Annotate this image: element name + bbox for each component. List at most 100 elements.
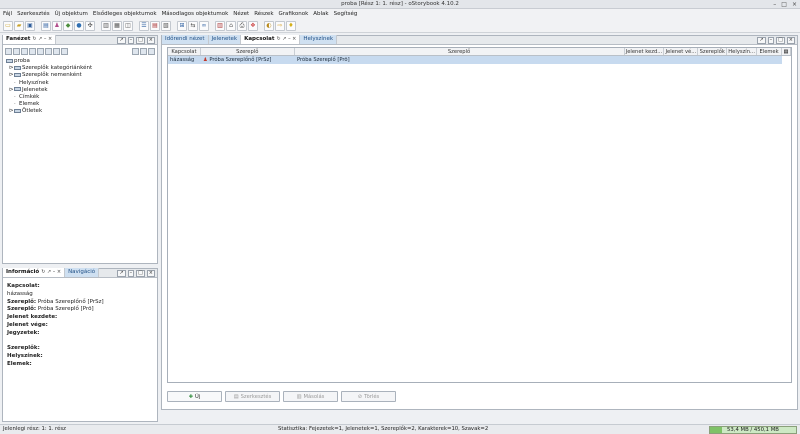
tab-relationship-controls-icon[interactable]: ↻ ↗ – × (277, 35, 297, 44)
tree-location-icon[interactable] (37, 48, 44, 55)
column-chooser-icon[interactable]: ▦ (782, 48, 791, 55)
tree-collapse-icon[interactable] (140, 48, 147, 55)
column-header[interactable]: Jelenet kezd... (625, 48, 665, 55)
panel-detach-icon[interactable]: ↗ (117, 270, 126, 277)
column-header[interactable]: Kapcsolat (168, 48, 201, 55)
menu-file[interactable]: Fájl (3, 11, 12, 17)
arrow-icon[interactable]: ⇆ (188, 20, 198, 31)
menu-bar: Fájl Szerkesztés Új objektum Elsődleges … (0, 9, 800, 19)
column-header[interactable]: Elemek (757, 48, 783, 55)
tab-navigation-label: Navigáció (68, 269, 96, 275)
nav-icon[interactable]: ⌂ (226, 20, 236, 31)
tree-item[interactable]: · Elemek (6, 101, 92, 108)
settings-icon[interactable]: ◐ (264, 20, 274, 31)
book-icon[interactable]: ▤ (41, 20, 51, 31)
memory-indicator[interactable]: 53,4 MB / 450,1 MB (709, 426, 797, 434)
tree-tag-icon[interactable] (45, 48, 52, 55)
tree-idea-icon[interactable] (61, 48, 68, 55)
split-icon[interactable]: ▦ (112, 20, 122, 31)
panel-max-icon[interactable]: □ (776, 37, 785, 44)
tab-information[interactable]: Információ ↻ ↗ – × (3, 268, 66, 277)
tab-information-controls-icon[interactable]: ↻ ↗ – × (41, 268, 61, 277)
chain-icon[interactable]: ∞ (199, 20, 209, 31)
print-icon[interactable]: ⎙ (237, 20, 247, 31)
panel-min-icon[interactable]: – (127, 270, 135, 277)
maximize-button[interactable]: □ (781, 1, 787, 8)
new-file-icon[interactable]: ▭ (3, 20, 13, 31)
menu-edit[interactable]: Szerkesztés (17, 11, 50, 17)
tab-navigation[interactable]: Navigáció (65, 268, 100, 277)
column-header[interactable]: Szereplő (201, 48, 295, 55)
column-header[interactable]: Jelenet vé... (664, 48, 699, 55)
view-icon[interactable]: ◫ (123, 20, 133, 31)
panel-close-icon[interactable]: × (786, 37, 795, 44)
menu-primary-objects[interactable]: Elsődleges objektumok (93, 11, 157, 17)
action-buttons: ✚ Új ▤ Szerkesztés ▥ Másolás ⊘ Törlés (167, 391, 396, 402)
tree-expand-icon[interactable] (132, 48, 139, 55)
info-line: Jelenet kezdete: (7, 314, 58, 321)
add-icon: ✚ (188, 393, 194, 400)
copy-button[interactable]: ▥ Másolás (283, 391, 338, 402)
back-icon[interactable]: ⇨ (275, 20, 285, 31)
tree-item[interactable]: ⊳ Jelenetek (6, 87, 92, 94)
main-tabstrip: Időrendi nézet Jelenetek Kapcsolat ↻ ↗ –… (162, 35, 797, 45)
tree-person-icon[interactable] (29, 48, 36, 55)
grid-icon[interactable]: ⊞ (177, 20, 187, 31)
chart-icon[interactable]: ▥ (215, 20, 225, 31)
info-line: Kapcsolat: (7, 283, 40, 289)
tab-tree[interactable]: Fanézet ↻ ↗ – × (3, 35, 57, 44)
open-folder-icon[interactable]: ▰ (14, 20, 24, 31)
status-bar: Jelenlegi rész: 1: 1. rész Statisztika: … (0, 424, 800, 434)
help-icon[interactable]: ♦ (286, 20, 296, 31)
list-icon[interactable]: ☰ (139, 20, 149, 31)
network-icon[interactable]: ✣ (85, 20, 95, 31)
tree-refresh-icon[interactable] (148, 48, 155, 55)
layout-icon[interactable]: ▥ (101, 20, 111, 31)
edit-button[interactable]: ▤ Szerkesztés (225, 391, 280, 402)
panel-min-icon[interactable]: – (767, 37, 775, 44)
panel-min-icon[interactable]: – (127, 37, 135, 44)
menu-new-object[interactable]: Új objektum (55, 11, 88, 17)
new-button[interactable]: ✚ Új (167, 391, 222, 402)
menu-window[interactable]: Ablak (313, 11, 328, 17)
tree-item-icon[interactable] (53, 48, 60, 55)
menu-view[interactable]: Nézet (233, 11, 249, 17)
tab-relationship[interactable]: Kapcsolat ↻ ↗ – × (241, 35, 301, 44)
tree-item[interactable]: · Helyszínek (6, 80, 92, 87)
tab-locations[interactable]: Helyszínek (300, 35, 338, 44)
save-icon[interactable]: ▣ (25, 20, 35, 31)
tree-filter-icon[interactable] (5, 48, 12, 55)
globe-icon[interactable]: ● (74, 20, 84, 31)
tree-scene-icon[interactable] (13, 48, 20, 55)
people-icon[interactable]: ♟ (52, 20, 62, 31)
panel-close-icon[interactable]: × (146, 37, 155, 44)
menu-parts[interactable]: Részek (254, 11, 273, 17)
column-header[interactable]: Szereplő (295, 48, 625, 55)
menu-secondary-objects[interactable]: Másodlagos objektumok (162, 11, 229, 17)
tree-item[interactable]: ⊳ Szereplők nemenként (6, 72, 92, 79)
close-window-button[interactable]: × (792, 1, 797, 8)
tree-chapter-icon[interactable] (21, 48, 28, 55)
panel-detach-icon[interactable]: ↗ (757, 37, 766, 44)
panel-max-icon[interactable]: □ (136, 270, 145, 277)
panel-close-icon[interactable]: × (146, 270, 155, 277)
column-header[interactable]: Szereplők (698, 48, 728, 55)
tab-tree-controls-icon[interactable]: ↻ ↗ – × (32, 35, 52, 44)
chapter-icon[interactable]: ▧ (161, 20, 171, 31)
menu-help[interactable]: Segítség (334, 11, 358, 17)
panel-detach-icon[interactable]: ↗ (117, 37, 126, 44)
tab-scenes[interactable]: Jelenetek (208, 35, 242, 44)
tab-timeline[interactable]: Időrendi nézet (162, 35, 209, 44)
column-header[interactable]: Helyszín... (727, 48, 758, 55)
tree-item[interactable]: · Címkék (6, 94, 92, 101)
menu-charts[interactable]: Grafikonok (279, 11, 309, 17)
export-icon[interactable]: ❖ (248, 20, 258, 31)
location-icon[interactable]: ◆ (63, 20, 73, 31)
table-row[interactable]: házasság ♟ Próba Szereplőnő [PrSz] Próba… (168, 56, 782, 64)
table-icon[interactable]: ▤ (150, 20, 160, 31)
minimize-button[interactable]: – (773, 1, 776, 8)
delete-button[interactable]: ⊘ Törlés (341, 391, 396, 402)
panel-max-icon[interactable]: □ (136, 37, 145, 44)
tree-item[interactable]: ⊳ Ötletek (6, 108, 92, 115)
tab-information-label: Információ (6, 269, 40, 275)
